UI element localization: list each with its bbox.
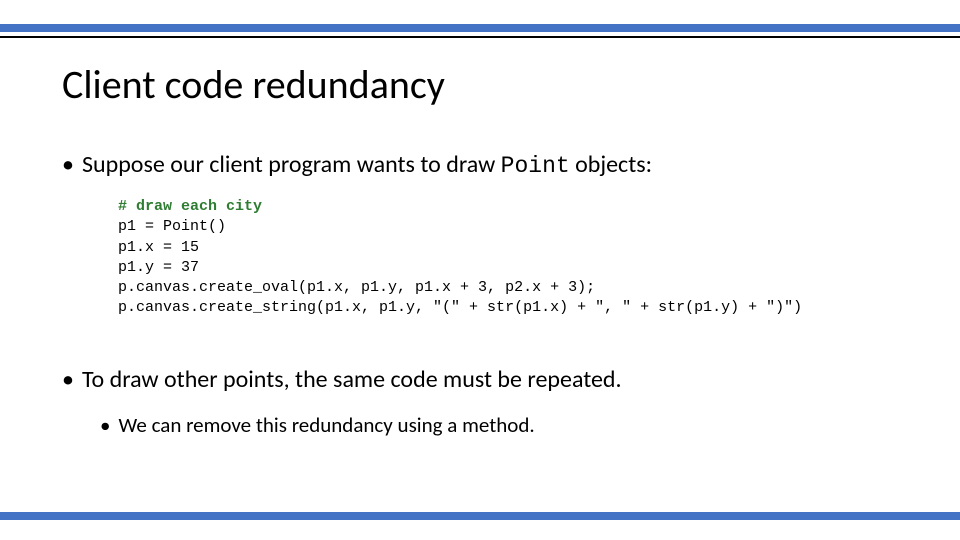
- bullet-dot-icon: •: [62, 365, 74, 394]
- bottom-accent-bar: [0, 512, 960, 520]
- bullet-repeat: • To draw other points, the same code mu…: [62, 365, 902, 394]
- bullet-dot-icon: •: [100, 412, 110, 438]
- code-line-5: p.canvas.create_string(p1.x, p1.y, "(" +…: [118, 298, 902, 318]
- slide-body: • Suppose our client program wants to dr…: [62, 150, 902, 438]
- bullet-repeat-text: To draw other points, the same code must…: [82, 365, 622, 394]
- code-line-3: p1.y = 37: [118, 258, 902, 278]
- code-comment: # draw each city: [118, 197, 902, 217]
- slide: Client code redundancy • Suppose our cli…: [0, 0, 960, 540]
- bullet-prefix: Suppose our client program wants to draw: [82, 150, 501, 179]
- inline-code-point: Point: [501, 153, 570, 179]
- code-block: # draw each cityp1 = Point()p1.x = 15p1.…: [118, 197, 902, 319]
- top-rule: [0, 36, 960, 38]
- code-line-4: p.canvas.create_oval(p1.x, p1.y, p1.x + …: [118, 278, 902, 298]
- bullet-dot-icon: •: [62, 150, 74, 179]
- code-line-2: p1.x = 15: [118, 238, 902, 258]
- code-line-1: p1 = Point(): [118, 217, 902, 237]
- top-accent-bar: [0, 24, 960, 32]
- bullet-suffix: objects:: [570, 150, 652, 179]
- bullet-repeat-wrap: • To draw other points, the same code mu…: [62, 365, 902, 438]
- bullet-text: Suppose our client program wants to draw…: [82, 150, 652, 179]
- slide-title: Client code redundancy: [62, 60, 445, 109]
- bullet-suppose: • Suppose our client program wants to dr…: [62, 150, 902, 179]
- sub-bullet-method: • We can remove this redundancy using a …: [100, 412, 902, 438]
- sub-bullet-text: We can remove this redundancy using a me…: [118, 412, 534, 438]
